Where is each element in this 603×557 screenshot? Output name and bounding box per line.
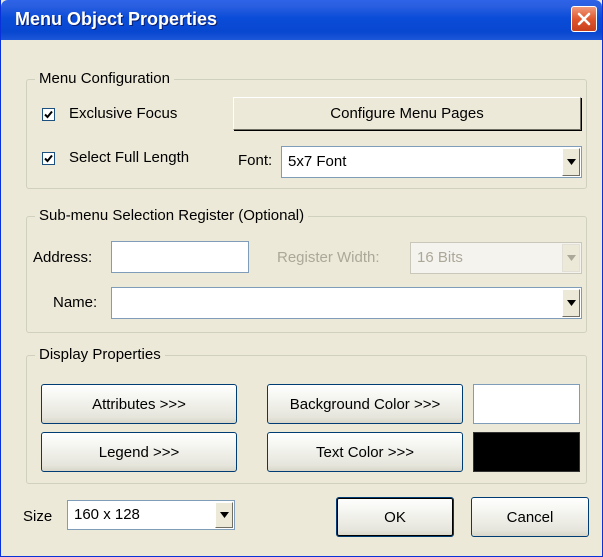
text-color-button[interactable]: Text Color >>>: [267, 432, 463, 472]
name-dropdown-arrow[interactable]: [562, 289, 580, 317]
cancel-button[interactable]: Cancel: [471, 497, 589, 537]
register-width-select[interactable]: 16 Bits: [410, 242, 582, 274]
window-title: Menu Object Properties: [15, 9, 218, 29]
attributes-button[interactable]: Attributes >>>: [41, 384, 237, 424]
size-label: Size: [23, 508, 53, 525]
background-color-swatch[interactable]: [473, 384, 580, 424]
font-label: Font:: [238, 152, 273, 169]
ok-button[interactable]: OK: [336, 497, 454, 537]
address-input[interactable]: [111, 241, 249, 273]
address-label: Address:: [33, 249, 93, 266]
size-dropdown-arrow[interactable]: [215, 502, 233, 528]
submenu-register-legend: Sub-menu Selection Register (Optional): [35, 207, 309, 225]
display-properties-legend: Display Properties: [35, 346, 165, 364]
configure-menu-pages-button[interactable]: Configure Menu Pages: [233, 97, 581, 130]
chevron-down-icon: [567, 300, 576, 306]
exclusive-focus-label[interactable]: Exclusive Focus: [69, 105, 177, 123]
select-full-length-checkbox[interactable]: [42, 152, 55, 165]
text-color-swatch[interactable]: [473, 432, 580, 472]
dialog-window: Menu Object Properties Menu Configuratio…: [0, 0, 603, 557]
name-label: Name:: [53, 294, 98, 311]
register-width-value: 16 Bits: [417, 249, 463, 266]
select-full-length-label[interactable]: Select Full Length: [69, 149, 189, 167]
chevron-down-icon: [220, 512, 229, 518]
checkmark-icon: [44, 110, 53, 119]
checkmark-icon: [44, 154, 53, 163]
font-dropdown-arrow[interactable]: [562, 148, 580, 176]
font-select[interactable]: 5x7 Font: [281, 146, 582, 178]
size-select-value: 160 x 128: [74, 506, 140, 523]
menu-configuration-legend: Menu Configuration: [35, 70, 174, 88]
chevron-down-icon: [567, 159, 576, 165]
name-select[interactable]: [111, 287, 582, 319]
chevron-down-icon: [567, 255, 576, 261]
register-width-dropdown-arrow[interactable]: [562, 244, 580, 272]
close-button[interactable]: [571, 6, 597, 32]
size-select[interactable]: 160 x 128: [67, 500, 235, 530]
legend-button[interactable]: Legend >>>: [41, 432, 237, 472]
font-select-value: 5x7 Font: [288, 153, 347, 170]
register-width-label: Register Width:: [277, 249, 380, 266]
background-color-button[interactable]: Background Color >>>: [267, 384, 463, 424]
title-bar[interactable]: Menu Object Properties: [1, 0, 602, 40]
exclusive-focus-checkbox[interactable]: [42, 108, 55, 121]
